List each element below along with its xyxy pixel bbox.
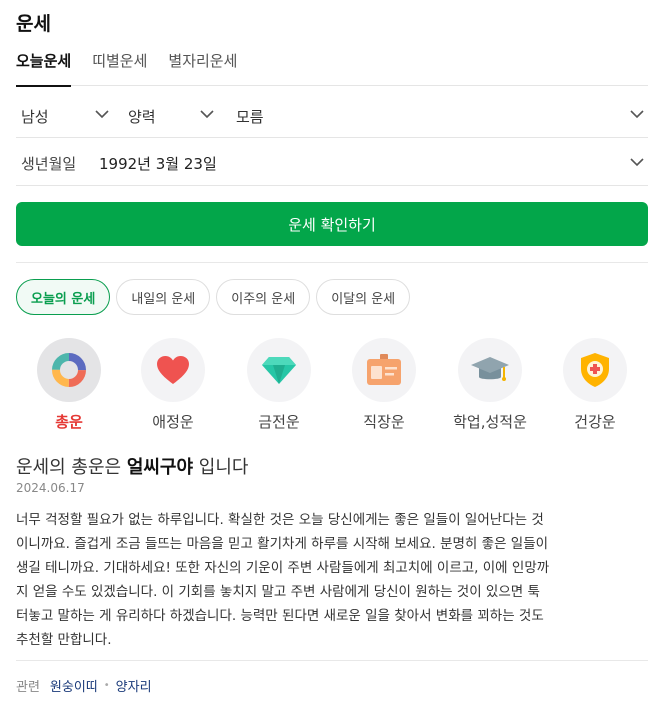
- tab-zodiac-animal[interactable]: 띠별운세: [92, 48, 147, 86]
- related-links: 관련 원숭이띠 • 양자리: [16, 676, 152, 695]
- category-overall[interactable]: 총운: [16, 338, 122, 432]
- id-badge-icon: [352, 338, 416, 402]
- result-suffix: 입니다: [193, 457, 249, 478]
- category-label: 총운: [55, 413, 83, 431]
- donut-chart-icon: [37, 338, 101, 402]
- category-love[interactable]: 애정운: [120, 338, 226, 432]
- result-prefix: 운세의 총운은: [16, 457, 127, 478]
- period-chips: 오늘의 운세 내일의 운세 이주의 운세 이달의 운세: [16, 279, 411, 315]
- page-title: 운세: [16, 13, 51, 35]
- chip-this-month[interactable]: 이달의 운세: [316, 279, 411, 315]
- category-career[interactable]: 직장운: [331, 338, 437, 432]
- related-divider: [16, 660, 648, 661]
- category-label: 건강운: [574, 413, 616, 431]
- fortune-categories: 총운 애정운 금전운 직장운 학업,성적운 건강운: [16, 338, 648, 434]
- gender-select[interactable]: 남성: [21, 94, 113, 138]
- result-date: 2024.06.17: [16, 481, 85, 495]
- related-label: 관련: [16, 680, 40, 695]
- fortune-line: 추천할 만합니다.: [16, 632, 112, 648]
- fortune-line: 터놓고 말하는 게 유리하다 하겠습니다. 능력만 된다면 새로운 일을 찾아서…: [16, 608, 544, 624]
- fortune-line: 지 얻을 수도 있겠습니다. 이 기회를 놓치지 말고 주변 사람에게 당신이 …: [16, 584, 540, 600]
- category-label: 금전운: [258, 413, 300, 431]
- birth-time-select[interactable]: 모름: [236, 94, 648, 138]
- category-money[interactable]: 금전운: [226, 338, 332, 432]
- category-health[interactable]: 건강운: [542, 338, 648, 432]
- category-label: 직장운: [363, 413, 405, 431]
- health-shield-icon: [563, 338, 627, 402]
- calendar-type-value: 양력: [128, 107, 156, 126]
- fortune-description: 너무 걱정할 필요가 없는 하루입니다. 확실한 것은 오늘 당신에게는 좋은 …: [16, 508, 648, 652]
- fortune-line: 생길 테니까요. 기대하세요! 또한 자신의 기운이 주변 사람들에게 최고치에…: [16, 560, 550, 576]
- separator-dot: •: [103, 680, 110, 691]
- section-divider: [16, 262, 648, 263]
- confirm-fortune-button[interactable]: 운세 확인하기: [16, 202, 648, 246]
- fortune-line: 너무 걱정할 필요가 없는 하루입니다. 확실한 것은 오늘 당신에게는 좋은 …: [16, 512, 544, 528]
- calendar-type-select[interactable]: 양력: [128, 94, 218, 138]
- result-keyword: 얼씨구야: [126, 457, 194, 478]
- options-row: 남성 양력 모름: [16, 94, 648, 138]
- birthdate-value[interactable]: 1992년 3월 23일: [99, 153, 217, 174]
- result-heading: 운세의 총운은 얼씨구야 입니다: [16, 453, 248, 479]
- chevron-down-icon: [630, 110, 644, 119]
- fortune-line: 이니까요. 즐겁게 조금 들뜨는 마음을 믿고 활기차게 하루를 시작해 보세요…: [16, 536, 549, 552]
- chip-today[interactable]: 오늘의 운세: [16, 279, 111, 315]
- category-label: 학업,성적운: [453, 413, 527, 431]
- tab-today[interactable]: 오늘운세: [16, 48, 72, 87]
- chevron-down-icon[interactable]: [630, 158, 644, 167]
- birth-time-value: 모름: [236, 107, 264, 126]
- category-label: 애정운: [152, 413, 194, 431]
- chevron-down-icon: [200, 110, 214, 119]
- chip-tomorrow[interactable]: 내일의 운세: [116, 279, 211, 315]
- chevron-down-icon: [95, 110, 109, 119]
- category-study[interactable]: 학업,성적운: [437, 338, 543, 432]
- diamond-icon: [247, 338, 311, 402]
- chip-this-week[interactable]: 이주의 운세: [216, 279, 311, 315]
- heart-icon: [141, 338, 205, 402]
- birthdate-row[interactable]: 생년월일 1992년 3월 23일: [16, 140, 648, 186]
- gender-value: 남성: [21, 107, 49, 126]
- fortune-tabs: 오늘운세 띠별운세 별자리운세: [16, 48, 648, 87]
- tab-star-sign[interactable]: 별자리운세: [168, 48, 237, 86]
- graduation-cap-icon: [458, 338, 522, 402]
- related-link-aries[interactable]: 양자리: [116, 676, 152, 695]
- related-link-monkey[interactable]: 원숭이띠: [50, 676, 98, 695]
- birthdate-label: 생년월일: [21, 155, 77, 173]
